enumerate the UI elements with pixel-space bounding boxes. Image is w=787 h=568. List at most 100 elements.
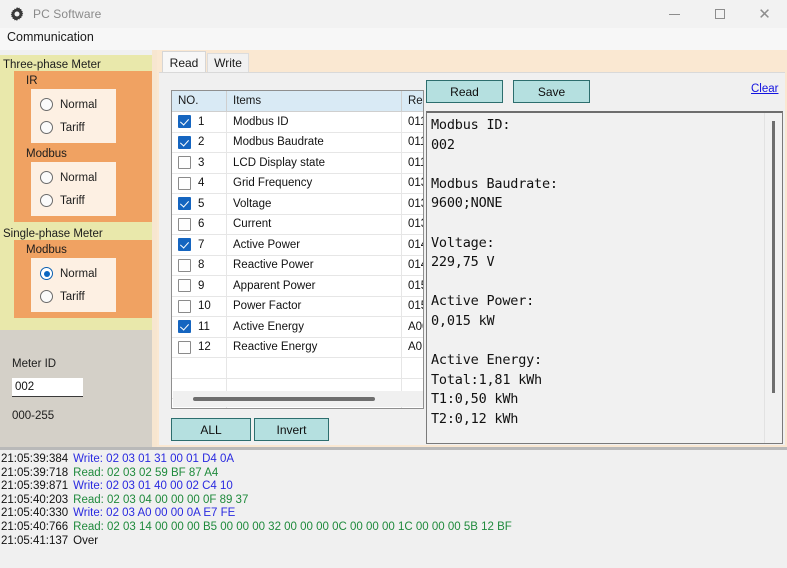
- radio-label: Normal: [60, 268, 97, 280]
- table-row[interactable]: 7 Active Power 0140: [172, 235, 424, 256]
- row-checkbox[interactable]: [178, 115, 191, 128]
- radio-group-modbus-3p: Normal Tariff: [31, 162, 116, 216]
- row-number: 5: [198, 198, 204, 210]
- log-timestamp: 21:05:40:766: [1, 521, 68, 533]
- radio-option-modbus1p-normal[interactable]: Normal: [31, 262, 116, 285]
- radio-icon[interactable]: [40, 194, 53, 207]
- output-text: Modbus ID: 002 Modbus Baudrate: 9600;NON…: [431, 116, 761, 430]
- radio-icon[interactable]: [40, 98, 53, 111]
- maximize-button[interactable]: [697, 0, 742, 28]
- table-row[interactable]: 10 Power Factor 0158: [172, 296, 424, 317]
- row-checkbox[interactable]: [178, 259, 191, 272]
- row-checkbox[interactable]: [178, 300, 191, 313]
- radio-icon[interactable]: [40, 171, 53, 184]
- row-number: 6: [198, 218, 204, 230]
- radio-label: Normal: [60, 99, 97, 111]
- table-row[interactable]: 1 Modbus ID 0110: [172, 112, 424, 133]
- log-entry: 21:05:40:203Read: 02 03 04 00 00 00 0F 8…: [0, 494, 787, 508]
- table-row[interactable]: 12 Reactive Energy A01E: [172, 337, 424, 358]
- window-title: PC Software: [33, 7, 101, 21]
- log-timestamp: 21:05:40:330: [1, 507, 68, 519]
- scrollbar-thumb[interactable]: [193, 397, 375, 401]
- row-register: 0112: [402, 153, 425, 174]
- table-body: 1 Modbus ID 0110 2 Modbus Baudrate 0111 …: [172, 112, 424, 410]
- row-number: 12: [198, 341, 211, 353]
- table-header-row: NO. Items Regis: [172, 91, 424, 112]
- table-horizontal-scrollbar[interactable]: [173, 391, 424, 407]
- row-checkbox[interactable]: [178, 320, 191, 333]
- radio-option-ir-tariff[interactable]: Tariff: [31, 116, 116, 139]
- radio-icon[interactable]: [40, 121, 53, 134]
- radio-label: Tariff: [60, 195, 85, 207]
- row-register: 0131: [402, 194, 425, 215]
- row-checkbox[interactable]: [178, 218, 191, 231]
- column-header-no[interactable]: NO.: [172, 91, 227, 112]
- save-button[interactable]: Save: [513, 80, 590, 103]
- log-message: Over: [73, 535, 98, 547]
- row-number: 1: [198, 116, 204, 128]
- radio-option-modbus3p-tariff[interactable]: Tariff: [31, 189, 116, 212]
- radio-icon-selected[interactable]: [40, 267, 53, 280]
- row-number: 10: [198, 300, 211, 312]
- row-item: Apparent Power: [227, 276, 402, 297]
- invert-selection-button[interactable]: Invert: [254, 418, 329, 441]
- table-row[interactable]: 8 Reactive Power 0148: [172, 255, 424, 276]
- log-timestamp: 21:05:39:384: [1, 453, 68, 465]
- table-row[interactable]: 9 Apparent Power 0150: [172, 276, 424, 297]
- meter-id-panel: Meter ID 000-255: [0, 330, 152, 447]
- select-all-button[interactable]: ALL: [171, 418, 251, 441]
- meter-id-input[interactable]: [12, 378, 83, 397]
- radio-option-modbus3p-normal[interactable]: Normal: [31, 166, 116, 189]
- row-register: A01E: [402, 337, 425, 358]
- meter-id-label: Meter ID: [12, 358, 56, 370]
- minimize-button[interactable]: [652, 0, 697, 28]
- radio-group-ir: Normal Tariff: [31, 89, 116, 143]
- tab-write[interactable]: Write: [207, 53, 249, 72]
- output-vertical-scrollbar[interactable]: [764, 113, 782, 444]
- radio-label: Tariff: [60, 122, 85, 134]
- table-row[interactable]: 4 Grid Frequency 0130: [172, 173, 424, 194]
- table-row[interactable]: 6 Current 0139: [172, 214, 424, 235]
- row-checkbox[interactable]: [178, 238, 191, 251]
- column-header-register[interactable]: Regis: [402, 91, 425, 112]
- single-phase-sections: Modbus Normal Tariff: [14, 240, 152, 318]
- log-message: Write: 02 03 01 31 00 01 D4 0A: [73, 453, 234, 465]
- row-checkbox[interactable]: [178, 136, 191, 149]
- table-row[interactable]: 2 Modbus Baudrate 0111: [172, 132, 424, 153]
- table-row[interactable]: 11 Active Energy A000: [172, 317, 424, 338]
- table-row[interactable]: 3 LCD Display state 0112: [172, 153, 424, 174]
- clear-link[interactable]: Clear: [751, 83, 778, 95]
- read-button[interactable]: Read: [426, 80, 503, 103]
- row-checkbox[interactable]: [178, 279, 191, 292]
- section-label-modbus-3p: Modbus: [14, 148, 152, 160]
- section-label-ir: IR: [14, 75, 152, 87]
- radio-option-ir-normal[interactable]: Normal: [31, 93, 116, 116]
- group-label-single-phase: Single-phase Meter: [0, 228, 152, 240]
- row-item: LCD Display state: [227, 153, 402, 174]
- meter-type-sidebar: Three-phase Meter IR Normal Tariff Modbu…: [0, 55, 152, 330]
- application-window: PC Software ✕ Communication Three-phase …: [0, 0, 787, 568]
- row-checkbox[interactable]: [178, 341, 191, 354]
- radio-icon[interactable]: [40, 290, 53, 303]
- gear-icon: [9, 6, 25, 22]
- table-row[interactable]: 5 Voltage 0131: [172, 194, 424, 215]
- communication-log[interactable]: 21:05:39:384 Write: 02 03 01 31 00 01 D4 …: [0, 450, 787, 568]
- row-register: 0158: [402, 296, 425, 317]
- group-label-three-phase: Three-phase Meter: [0, 59, 152, 71]
- row-number: 9: [198, 280, 204, 292]
- log-entry: 21:05:40:330Write: 02 03 A0 00 00 0A E7 …: [0, 507, 787, 521]
- close-button[interactable]: ✕: [742, 0, 787, 28]
- log-entry: 21:05:39:718Read: 02 03 02 59 BF 87 A4: [0, 467, 787, 481]
- radio-option-modbus1p-tariff[interactable]: Tariff: [31, 285, 116, 308]
- row-item: Modbus Baudrate: [227, 132, 402, 153]
- tab-read[interactable]: Read: [162, 51, 206, 73]
- row-checkbox[interactable]: [178, 156, 191, 169]
- menu-item-communication[interactable]: Communication: [7, 30, 94, 44]
- row-checkbox[interactable]: [178, 197, 191, 210]
- scrollbar-thumb[interactable]: [772, 121, 775, 393]
- three-phase-sections: IR Normal Tariff Modbus Normal: [14, 71, 152, 222]
- column-header-items[interactable]: Items: [227, 91, 402, 112]
- row-item: Power Factor: [227, 296, 402, 317]
- row-item: Current: [227, 214, 402, 235]
- row-checkbox[interactable]: [178, 177, 191, 190]
